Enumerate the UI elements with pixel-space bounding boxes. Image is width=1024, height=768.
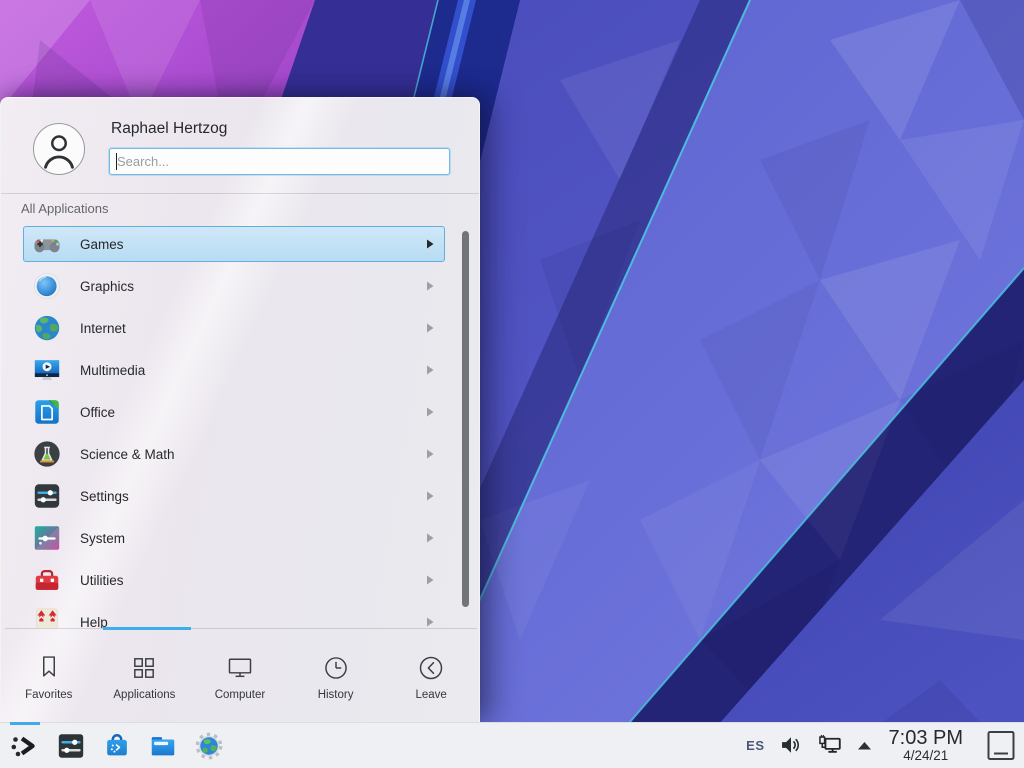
category-utilities[interactable]: Utilities — [23, 562, 445, 598]
clock-time: 7:03 PM — [889, 728, 963, 749]
category-label: Science & Math — [80, 447, 426, 462]
help-arrows-icon — [32, 607, 62, 628]
user-name: Raphael Hertzog — [111, 120, 227, 138]
submenu-arrow-icon — [426, 365, 434, 375]
gamepad-icon — [32, 229, 62, 259]
submenu-arrow-icon — [426, 281, 434, 291]
tab-label: Leave — [416, 689, 447, 701]
category-list: Games Graphics — [1, 226, 479, 628]
submenu-arrow-icon — [426, 575, 434, 585]
list-scrollbar[interactable] — [462, 231, 469, 607]
submenu-arrow-icon — [426, 323, 434, 333]
category-label: Settings — [80, 489, 426, 504]
system-settings-icon — [56, 731, 86, 761]
tab-label: Favorites — [25, 689, 72, 701]
tab-applications[interactable]: Applications — [97, 632, 193, 723]
digital-clock[interactable]: 7:03 PM 4/24/21 — [889, 728, 963, 763]
active-tab-indicator — [103, 627, 191, 630]
expand-tray-icon[interactable] — [857, 740, 872, 751]
category-label: Office — [80, 405, 426, 420]
category-graphics[interactable]: Graphics — [23, 268, 445, 304]
tab-computer[interactable]: Computer — [192, 632, 288, 723]
category-settings[interactable]: Settings — [23, 478, 445, 514]
submenu-arrow-icon — [426, 491, 434, 501]
show-desktop-button[interactable] — [986, 729, 1016, 762]
globe-icon — [32, 313, 62, 343]
computer-icon — [226, 654, 254, 682]
tab-label: History — [318, 689, 354, 701]
category-label: Internet — [80, 321, 426, 336]
submenu-arrow-icon — [426, 239, 434, 249]
taskbar-panel: ES 7:03 PM 4/24/21 — [0, 722, 1024, 768]
bookmark-icon — [35, 654, 63, 682]
submenu-arrow-icon — [426, 449, 434, 459]
file-manager-button[interactable] — [147, 730, 179, 762]
desktop: Raphael Hertzog All Applications — [0, 0, 1024, 768]
category-games[interactable]: Games — [23, 226, 445, 262]
tab-favorites[interactable]: Favorites — [1, 632, 97, 723]
category-label: Utilities — [80, 573, 426, 588]
kde-launcher-icon — [9, 730, 41, 762]
network-icon[interactable] — [817, 732, 844, 759]
launcher-tab-bar: Favorites Applications Computer — [1, 632, 479, 723]
tab-leave[interactable]: Leave — [383, 632, 479, 723]
category-office[interactable]: Office — [23, 394, 445, 430]
monitor-play-icon — [32, 355, 62, 385]
footer-divider — [5, 628, 477, 629]
web-browser-button[interactable] — [193, 730, 225, 762]
tab-label: Computer — [215, 689, 266, 701]
system-sliders-icon — [32, 523, 62, 553]
system-settings-button[interactable] — [55, 730, 87, 762]
document-icon — [32, 397, 62, 427]
category-label: Help — [80, 615, 426, 629]
text-caret — [116, 153, 117, 170]
toolbox-icon — [32, 565, 62, 595]
sliders-icon — [32, 481, 62, 511]
submenu-arrow-icon — [426, 407, 434, 417]
keyboard-layout-indicator[interactable]: ES — [746, 738, 764, 753]
user-icon — [34, 123, 84, 175]
search-input[interactable] — [109, 148, 450, 175]
category-label: Graphics — [80, 279, 426, 294]
leave-icon — [417, 654, 445, 682]
paint-sphere-icon — [32, 271, 62, 301]
launcher-header: Raphael Hertzog — [1, 98, 479, 193]
volume-icon[interactable] — [778, 732, 804, 758]
submenu-arrow-icon — [426, 533, 434, 543]
category-science-math[interactable]: Science & Math — [23, 436, 445, 472]
submenu-arrow-icon — [426, 617, 434, 627]
user-avatar[interactable] — [33, 123, 85, 175]
flask-icon — [32, 439, 62, 469]
category-label: System — [80, 531, 426, 546]
clock-date: 4/24/21 — [903, 749, 948, 763]
category-label: Multimedia — [80, 363, 426, 378]
discover-bag-icon — [102, 731, 132, 761]
tab-label: Applications — [113, 689, 175, 701]
tab-history[interactable]: History — [288, 632, 384, 723]
category-label: Games — [80, 237, 426, 252]
category-system[interactable]: System — [23, 520, 445, 556]
application-launcher-button[interactable] — [9, 730, 41, 762]
category-help[interactable]: Help — [23, 604, 445, 628]
browser-globe-gear-icon — [194, 731, 224, 761]
discover-button[interactable] — [101, 730, 133, 762]
app-grid-icon — [130, 654, 158, 682]
header-divider — [1, 193, 479, 194]
system-tray: ES 7:03 PM 4/24/21 — [746, 728, 1024, 763]
application-launcher-menu: Raphael Hertzog All Applications — [0, 97, 480, 722]
taskbar-launchers — [0, 730, 225, 762]
folder-icon — [148, 731, 178, 761]
category-internet[interactable]: Internet — [23, 310, 445, 346]
category-multimedia[interactable]: Multimedia — [23, 352, 445, 388]
history-clock-icon — [322, 654, 350, 682]
section-label: All Applications — [21, 201, 108, 216]
